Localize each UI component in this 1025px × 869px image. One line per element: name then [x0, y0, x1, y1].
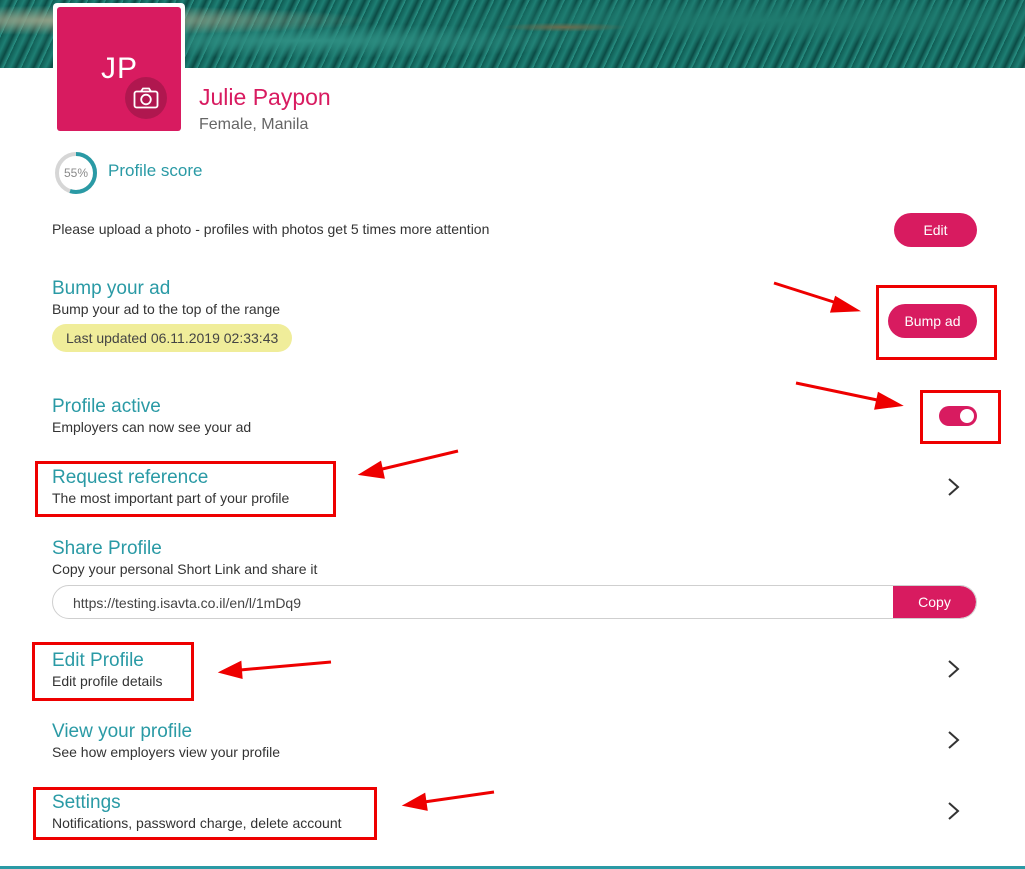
- profile-score-percent: 55%: [63, 166, 89, 180]
- view-profile-title[interactable]: View your profile: [52, 721, 192, 743]
- edit-photo-button[interactable]: Edit: [894, 213, 977, 247]
- upload-photo-hint: Please upload a photo - profiles with ph…: [52, 221, 490, 237]
- annotation-box-settings: [33, 787, 377, 840]
- chevron-right-icon[interactable]: [944, 800, 964, 822]
- share-profile-title: Share Profile: [52, 538, 162, 559]
- profile-active-subtitle: Employers can now see your ad: [52, 419, 252, 435]
- avatar-placeholder: JP: [57, 7, 181, 131]
- short-link-value[interactable]: https://testing.isavta.co.il/en/l/1mDq9: [73, 595, 301, 611]
- chevron-right-icon[interactable]: [944, 658, 964, 680]
- bump-ad-title: Bump your ad: [52, 278, 171, 299]
- share-profile-subtitle: Copy your personal Short Link and share …: [52, 561, 318, 577]
- profile-meta: Female, Manila: [199, 116, 309, 133]
- profile-name: Julie Paypon: [199, 84, 331, 110]
- annotation-box-toggle: [920, 390, 1001, 444]
- view-profile-subtitle: See how employers view your profile: [52, 744, 280, 760]
- annotation-box-edit-profile: [32, 642, 194, 701]
- chevron-right-icon[interactable]: [944, 729, 964, 751]
- profile-active-title: Profile active: [52, 396, 161, 417]
- chevron-right-icon[interactable]: [944, 476, 964, 498]
- avatar: JP: [53, 3, 185, 135]
- upload-photo-button[interactable]: [125, 77, 167, 119]
- camera-icon: [133, 87, 159, 109]
- annotation-box-bump: [876, 285, 997, 360]
- short-link-field[interactable]: https://testing.isavta.co.il/en/l/1mDq9 …: [52, 585, 977, 619]
- last-updated-badge: Last updated 06.11.2019 02:33:43: [52, 324, 293, 352]
- annotation-box-reference: [35, 461, 336, 517]
- bump-ad-subtitle: Bump your ad to the top of the range: [52, 301, 281, 317]
- copy-link-button[interactable]: Copy: [893, 586, 976, 618]
- profile-score-label: Profile score: [108, 161, 203, 180]
